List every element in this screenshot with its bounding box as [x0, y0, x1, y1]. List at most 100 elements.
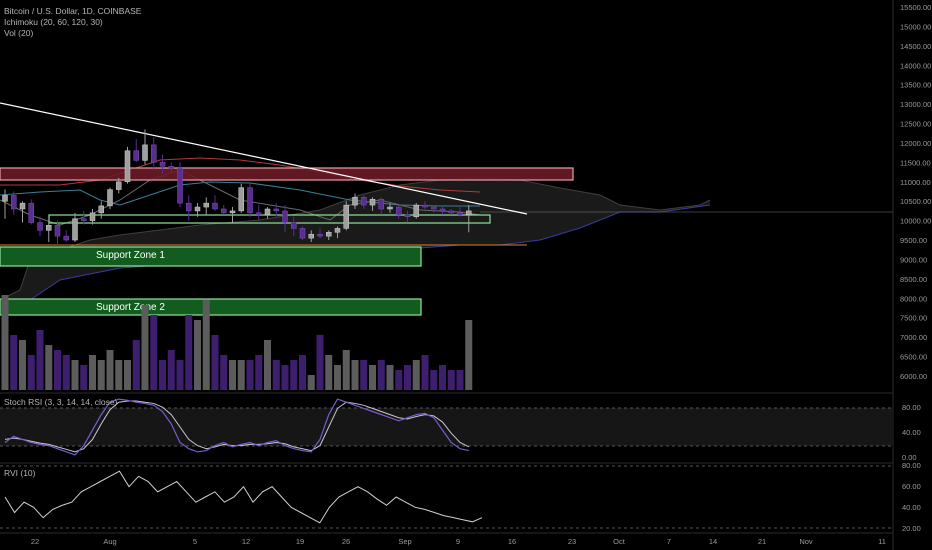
candle-body: [124, 150, 131, 183]
candle-body: [326, 232, 332, 237]
symbol-title[interactable]: Bitcoin / U.S. Dollar, 1D, COINBASE: [4, 6, 141, 17]
candle-body: [413, 204, 419, 217]
volume-bar: [377, 360, 385, 390]
volume-bar: [395, 370, 403, 390]
volume-bar: [272, 360, 280, 390]
time-tick-label: 19: [296, 537, 304, 546]
candle-body: [466, 210, 472, 216]
volume-legend[interactable]: Vol (20): [4, 28, 141, 39]
candle-body: [63, 235, 69, 241]
volume-bar: [54, 350, 61, 390]
candle-body: [352, 197, 358, 206]
price-tick-label: 10500.00: [900, 197, 931, 206]
time-axis[interactable]: 22 Aug 5 12 19 26 Sep 9 16 23 Oct 7 14 21 Nov 11: [31, 537, 886, 546]
price-tick-label: 12500.00: [900, 120, 931, 129]
time-tick-label: 5: [193, 537, 197, 546]
chart-canvas[interactable]: Support Zone 1 Support Zone 2 15500.0015…: [0, 0, 932, 550]
volume-bar: [10, 335, 18, 390]
volume-bar: [124, 360, 131, 390]
candle-body: [116, 181, 122, 190]
candle-body: [19, 202, 26, 210]
volume-bar: [45, 345, 53, 390]
support-zone-1-label: Support Zone 1: [96, 250, 165, 261]
volume-bar: [447, 370, 455, 390]
volume-bar: [229, 360, 236, 390]
volume-bar: [334, 365, 341, 390]
volume-bar: [62, 355, 70, 390]
time-tick-label: 16: [508, 537, 516, 546]
price-axis[interactable]: 15500.00 15000.00 14500.00 14000.00 13500.00…: [900, 3, 931, 381]
time-tick-label: 26: [342, 537, 350, 546]
candle-body: [28, 202, 34, 223]
candle-body: [404, 214, 411, 217]
volume-bar: [159, 360, 166, 390]
candle-body: [317, 233, 323, 237]
stoch-rsi-legend[interactable]: Stoch RSI (3, 3, 14, 14, close): [4, 397, 117, 408]
candle-body: [448, 210, 454, 214]
volume-bar: [115, 360, 123, 390]
rvi-series-line: [4, 470, 483, 524]
candle-body: [282, 210, 288, 223]
candle-body: [151, 144, 157, 163]
volume-bar: [132, 340, 140, 390]
time-tick-label: 9: [456, 537, 460, 546]
candle-body: [194, 206, 201, 212]
oscillator-axes: 80.0040.000.0080.0060.0040.0020.00: [902, 403, 921, 533]
time-tick-label: 22: [31, 537, 39, 546]
volume-bar: [167, 350, 175, 390]
volume-bar: [299, 355, 306, 390]
volume-bar: [1, 295, 9, 390]
price-tick-label: 15000.00: [900, 22, 931, 31]
volume-bar: [80, 365, 88, 390]
volume-bar: [36, 330, 44, 390]
candle-body: [378, 199, 384, 210]
candle-body: [291, 222, 297, 229]
volume-bar: [211, 335, 219, 390]
time-tick-label: 12: [242, 537, 250, 546]
volume-bar: [439, 365, 446, 390]
volume-bar: [412, 360, 420, 390]
price-tick-label: 7000.00: [900, 333, 927, 342]
volume-bar: [202, 300, 210, 390]
volume-bar: [290, 360, 298, 390]
candle-body: [334, 228, 341, 233]
volume-bar: [316, 335, 324, 390]
rvi-tick-label: 60.00: [902, 482, 921, 491]
candle-body: [387, 206, 393, 210]
candle-body: [107, 189, 113, 207]
support-zone-1[interactable]: [0, 246, 422, 267]
time-tick-label: Aug: [103, 537, 116, 546]
price-tick-label: 10000.00: [900, 217, 931, 226]
candle-body: [168, 166, 174, 169]
volume-bar: [97, 360, 105, 390]
candle-body: [431, 206, 437, 210]
candle-body: [369, 199, 376, 206]
price-tick-label: 14000.00: [900, 61, 931, 70]
candle-body: [264, 208, 271, 216]
time-tick-label: 14: [709, 537, 717, 546]
volume-bar: [404, 365, 411, 390]
stoch-rsi-tick-label: 80.00: [902, 403, 921, 412]
support-zone-2[interactable]: [0, 298, 422, 316]
candle-body: [46, 225, 52, 231]
ichimoku-legend[interactable]: Ichimoku (20, 60, 120, 30): [4, 17, 141, 28]
price-tick-label: 9500.00: [900, 236, 927, 245]
rvi-tick-label: 80.00: [902, 461, 921, 470]
resistance-zone[interactable]: [0, 167, 574, 181]
volume-bar: [430, 370, 438, 390]
price-tick-label: 15500.00: [900, 3, 931, 12]
price-tick-label: 12000.00: [900, 139, 931, 148]
candle-body: [186, 202, 192, 212]
price-tick-label: 6000.00: [900, 372, 927, 381]
volume-bar: [264, 340, 271, 390]
rvi-legend[interactable]: RVI (10): [4, 468, 36, 479]
price-tick-label: 8500.00: [900, 275, 927, 284]
candle-body: [299, 228, 306, 239]
candle-body: [308, 233, 314, 239]
volume-bar: [106, 350, 114, 390]
volume-bar: [246, 360, 254, 390]
descending-trendline[interactable]: [0, 102, 528, 215]
candle-body: [98, 205, 104, 214]
volume-bar: [456, 370, 464, 390]
volume-bar: [342, 350, 350, 390]
